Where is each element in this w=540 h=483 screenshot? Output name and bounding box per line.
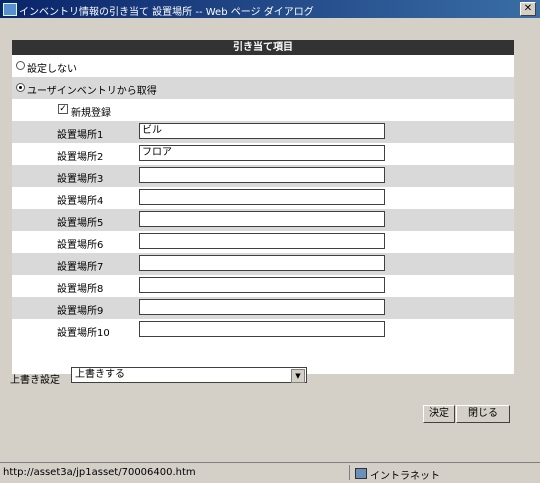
location-field-label: 設置場所3 bbox=[57, 174, 104, 185]
location-field-input[interactable] bbox=[139, 189, 385, 205]
new-registration-row: ✓ 新規登録 bbox=[12, 99, 514, 121]
overwrite-select[interactable]: 上書きする ▼ bbox=[71, 367, 307, 383]
window-icon bbox=[3, 3, 17, 16]
overwrite-label: 上書き設定 bbox=[10, 375, 60, 386]
location-field-row: 設置場所5 bbox=[12, 209, 514, 231]
location-field-row: 設置場所10 bbox=[12, 319, 514, 341]
location-field-input[interactable] bbox=[139, 321, 385, 337]
status-zone: イントラネット bbox=[370, 471, 440, 482]
window-title: インベントリ情報の引き当て 設置場所 -- Web ページ ダイアログ bbox=[19, 7, 314, 18]
location-field-input[interactable] bbox=[139, 299, 385, 315]
location-field-label: 設置場所6 bbox=[57, 240, 104, 251]
new-registration-checkbox[interactable]: ✓ bbox=[58, 104, 68, 114]
location-field-input[interactable] bbox=[139, 211, 385, 227]
location-field-label: 設置場所8 bbox=[57, 284, 104, 295]
dropdown-arrow-icon[interactable]: ▼ bbox=[291, 369, 305, 383]
location-field-input[interactable] bbox=[139, 167, 385, 183]
location-field-input[interactable] bbox=[139, 255, 385, 271]
location-field-label: 設置場所2 bbox=[57, 152, 104, 163]
location-field-label: 設置場所9 bbox=[57, 306, 104, 317]
location-field-row: 設置場所8 bbox=[12, 275, 514, 297]
location-field-row: 設置場所7 bbox=[12, 253, 514, 275]
status-url: http://asset3a/jp1asset/70006400.htm bbox=[3, 467, 196, 478]
location-field-row: 設置場所2 フロア bbox=[12, 143, 514, 165]
intranet-zone-icon bbox=[355, 468, 367, 479]
panel-header: 引き当て項目 bbox=[12, 40, 514, 55]
status-bar: http://asset3a/jp1asset/70006400.htm イント… bbox=[0, 462, 540, 483]
option-user-inventory-label: ユーザインベントリから取得 bbox=[27, 86, 157, 97]
new-registration-label: 新規登録 bbox=[71, 108, 111, 119]
location-field-label: 設置場所10 bbox=[57, 328, 110, 339]
location-field-row: 設置場所1 ビル bbox=[12, 121, 514, 143]
location-field-label: 設置場所4 bbox=[57, 196, 104, 207]
option-none-label: 設定しない bbox=[27, 64, 77, 75]
location-field-input[interactable] bbox=[139, 277, 385, 293]
title-bar: インベントリ情報の引き当て 設置場所 -- Web ページ ダイアログ ✕ bbox=[0, 0, 540, 18]
option-none-radio[interactable] bbox=[16, 61, 25, 70]
location-field-label: 設置場所5 bbox=[57, 218, 104, 229]
option-user-inventory-radio[interactable] bbox=[16, 83, 25, 92]
location-field-label: 設置場所1 bbox=[57, 130, 104, 141]
overwrite-selected-value: 上書きする bbox=[75, 369, 125, 380]
location-field-input[interactable] bbox=[139, 233, 385, 249]
ok-button[interactable]: 決定 bbox=[423, 405, 455, 423]
dialog-content: 引き当て項目 設定しない ユーザインベントリから取得 ✓ 新規登録 設置場所1 ビ… bbox=[5, 20, 536, 460]
location-field-row: 設置場所3 bbox=[12, 165, 514, 187]
option-user-inventory-row: ユーザインベントリから取得 bbox=[12, 77, 514, 99]
location-fields: 設置場所1 ビル設置場所2 フロア設置場所3 設置場所4 設置場所5 設置場所6 設置場所7… bbox=[12, 121, 514, 341]
location-field-label: 設置場所7 bbox=[57, 262, 104, 273]
location-field-input[interactable]: ビル bbox=[139, 123, 385, 139]
assignment-panel: 引き当て項目 設定しない ユーザインベントリから取得 ✓ 新規登録 設置場所1 ビ… bbox=[12, 40, 514, 374]
location-field-row: 設置場所9 bbox=[12, 297, 514, 319]
status-divider bbox=[349, 465, 350, 480]
location-field-input[interactable]: フロア bbox=[139, 145, 385, 161]
location-field-row: 設置場所6 bbox=[12, 231, 514, 253]
close-icon[interactable]: ✕ bbox=[520, 2, 536, 16]
location-field-row: 設置場所4 bbox=[12, 187, 514, 209]
option-none-row: 設定しない bbox=[12, 55, 514, 77]
close-button[interactable]: 閉じる bbox=[456, 405, 510, 423]
